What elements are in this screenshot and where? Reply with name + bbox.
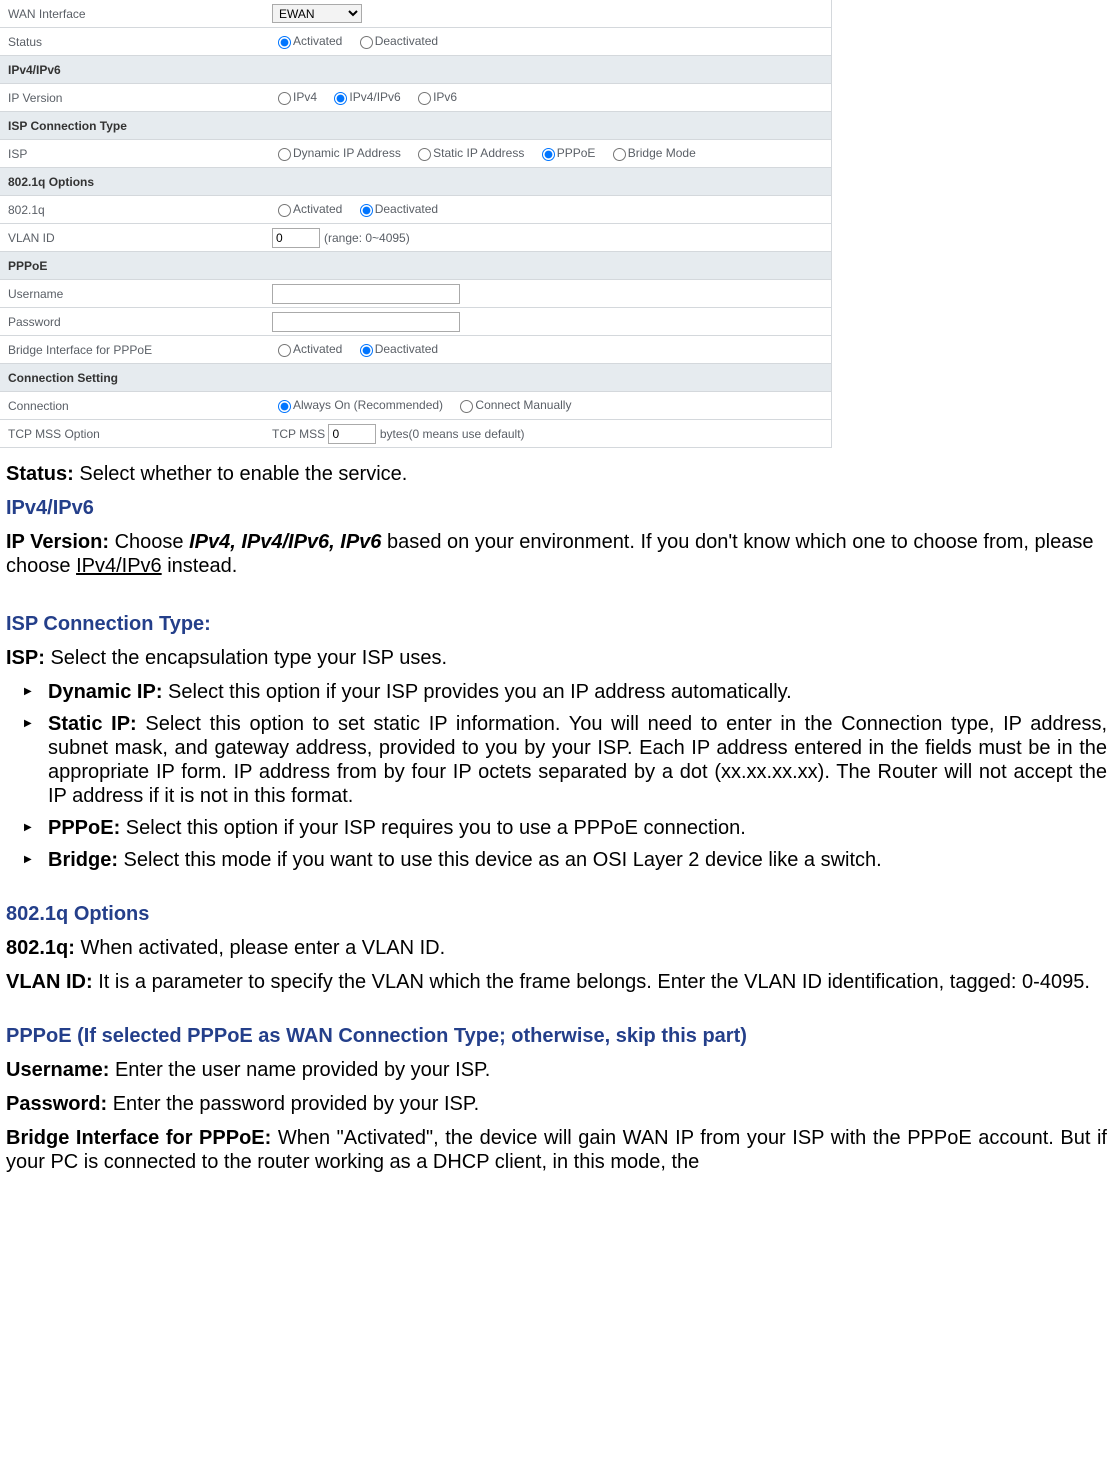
ipver-radio-ipv4[interactable]	[278, 92, 291, 105]
ipver-opt-ipv6: IPv6	[433, 90, 457, 104]
status-label: Status	[0, 28, 264, 56]
section-isp-conn: ISP Connection Type	[0, 112, 832, 140]
bridge-radio-activated[interactable]	[278, 344, 291, 357]
ipver-radio-both[interactable]	[334, 92, 347, 105]
bullet-dynamic: Dynamic IP: Select this option if your I…	[48, 680, 1107, 704]
conn-opt-manual: Connect Manually	[475, 398, 571, 412]
q-label: 802.1q	[0, 196, 264, 224]
vlan-label: VLAN ID	[0, 224, 264, 252]
bullet-static: Static IP: Select this option to set sta…	[48, 712, 1107, 808]
q-opt-activated: Activated	[293, 202, 342, 216]
mss-input[interactable]	[328, 424, 376, 444]
row-bridge-pppoe: Bridge Interface for PPPoE Activated Dea…	[0, 336, 832, 364]
status-radio-activated[interactable]	[278, 36, 291, 49]
isp-opt-bridge: Bridge Mode	[628, 146, 696, 160]
connection-label: Connection	[0, 392, 264, 420]
documentation: Status: Select whether to enable the ser…	[0, 462, 1113, 1174]
doc-pppoe-title: PPPoE (If selected PPPoE as WAN Connecti…	[6, 1024, 1107, 1048]
username-label: Username	[0, 280, 264, 308]
row-mss: TCP MSS Option TCP MSS bytes(0 means use…	[0, 420, 832, 448]
isp-opt-dyn: Dynamic IP Address	[293, 146, 401, 160]
conn-radio-manual[interactable]	[460, 400, 473, 413]
isp-radio-pppoe[interactable]	[542, 148, 555, 161]
ip-version-label: IP Version	[0, 84, 264, 112]
section-8021q: 802.1q Options	[0, 168, 832, 196]
ipver-radio-ipv6[interactable]	[418, 92, 431, 105]
bridge-radio-deactivated[interactable]	[360, 344, 373, 357]
vlan-hint: (range: 0~4095)	[324, 231, 410, 245]
doc-isp-title: ISP Connection Type:	[6, 612, 1107, 636]
doc-ipversion: IP Version: Choose IPv4, IPv4/IPv6, IPv6…	[6, 530, 1107, 578]
row-8021q: 802.1q Activated Deactivated	[0, 196, 832, 224]
q-radio-activated[interactable]	[278, 204, 291, 217]
q-radio-deactivated[interactable]	[360, 204, 373, 217]
doc-bridge-if: Bridge Interface for PPPoE: When "Activa…	[6, 1126, 1107, 1174]
ipver-opt-both: IPv4/IPv6	[349, 90, 400, 104]
doc-isp-bullets: Dynamic IP: Select this option if your I…	[6, 680, 1107, 872]
config-table: WAN Interface EWAN Status Activated Deac…	[0, 0, 832, 448]
row-connection: Connection Always On (Recommended) Conne…	[0, 392, 832, 420]
doc-username: Username: Enter the user name provided b…	[6, 1058, 1107, 1082]
doc-password: Password: Enter the password provided by…	[6, 1092, 1107, 1116]
row-username: Username	[0, 280, 832, 308]
isp-opt-static: Static IP Address	[433, 146, 524, 160]
isp-radio-static[interactable]	[418, 148, 431, 161]
wan-interface-select[interactable]: EWAN	[272, 4, 362, 23]
status-radio-deactivated[interactable]	[360, 36, 373, 49]
password-label: Password	[0, 308, 264, 336]
isp-radio-dyn[interactable]	[278, 148, 291, 161]
bridge-opt-deactivated: Deactivated	[375, 342, 438, 356]
status-opt-activated: Activated	[293, 34, 342, 48]
row-status: Status Activated Deactivated	[0, 28, 832, 56]
doc-isp: ISP: Select the encapsulation type your …	[6, 646, 1107, 670]
bullet-pppoe: PPPoE: Select this option if your ISP re…	[48, 816, 1107, 840]
q-opt-deactivated: Deactivated	[375, 202, 438, 216]
conn-opt-always: Always On (Recommended)	[293, 398, 443, 412]
section-ipv4ipv6: IPv4/IPv6	[0, 56, 832, 84]
row-password: Password	[0, 308, 832, 336]
row-vlan-id: VLAN ID (range: 0~4095)	[0, 224, 832, 252]
bridge-pppoe-label: Bridge Interface for PPPoE	[0, 336, 264, 364]
vlan-input[interactable]	[272, 228, 320, 248]
ipver-opt-ipv4: IPv4	[293, 90, 317, 104]
isp-opt-pppoe: PPPoE	[557, 146, 596, 160]
doc-vlan: VLAN ID: It is a parameter to specify th…	[6, 970, 1107, 994]
doc-q-title: 802.1q Options	[6, 902, 1107, 926]
row-isp: ISP Dynamic IP Address Static IP Address…	[0, 140, 832, 168]
username-input[interactable]	[272, 284, 460, 304]
mss-prefix: TCP MSS	[272, 427, 325, 441]
mss-suffix: bytes(0 means use default)	[380, 427, 525, 441]
doc-status: Status: Select whether to enable the ser…	[6, 462, 1107, 486]
password-input[interactable]	[272, 312, 460, 332]
doc-ipv4-title: IPv4/IPv6	[6, 496, 1107, 520]
isp-radio-bridge[interactable]	[613, 148, 626, 161]
doc-q: 802.1q: When activated, please enter a V…	[6, 936, 1107, 960]
bullet-bridge: Bridge: Select this mode if you want to …	[48, 848, 1107, 872]
mss-label: TCP MSS Option	[0, 420, 264, 448]
wan-interface-label: WAN Interface	[0, 0, 264, 28]
section-pppoe: PPPoE	[0, 252, 832, 280]
status-opt-deactivated: Deactivated	[375, 34, 438, 48]
section-conn: Connection Setting	[0, 364, 832, 392]
row-wan-interface: WAN Interface EWAN	[0, 0, 832, 28]
bridge-opt-activated: Activated	[293, 342, 342, 356]
conn-radio-always[interactable]	[278, 400, 291, 413]
row-ip-version: IP Version IPv4 IPv4/IPv6 IPv6	[0, 84, 832, 112]
isp-label: ISP	[0, 140, 264, 168]
